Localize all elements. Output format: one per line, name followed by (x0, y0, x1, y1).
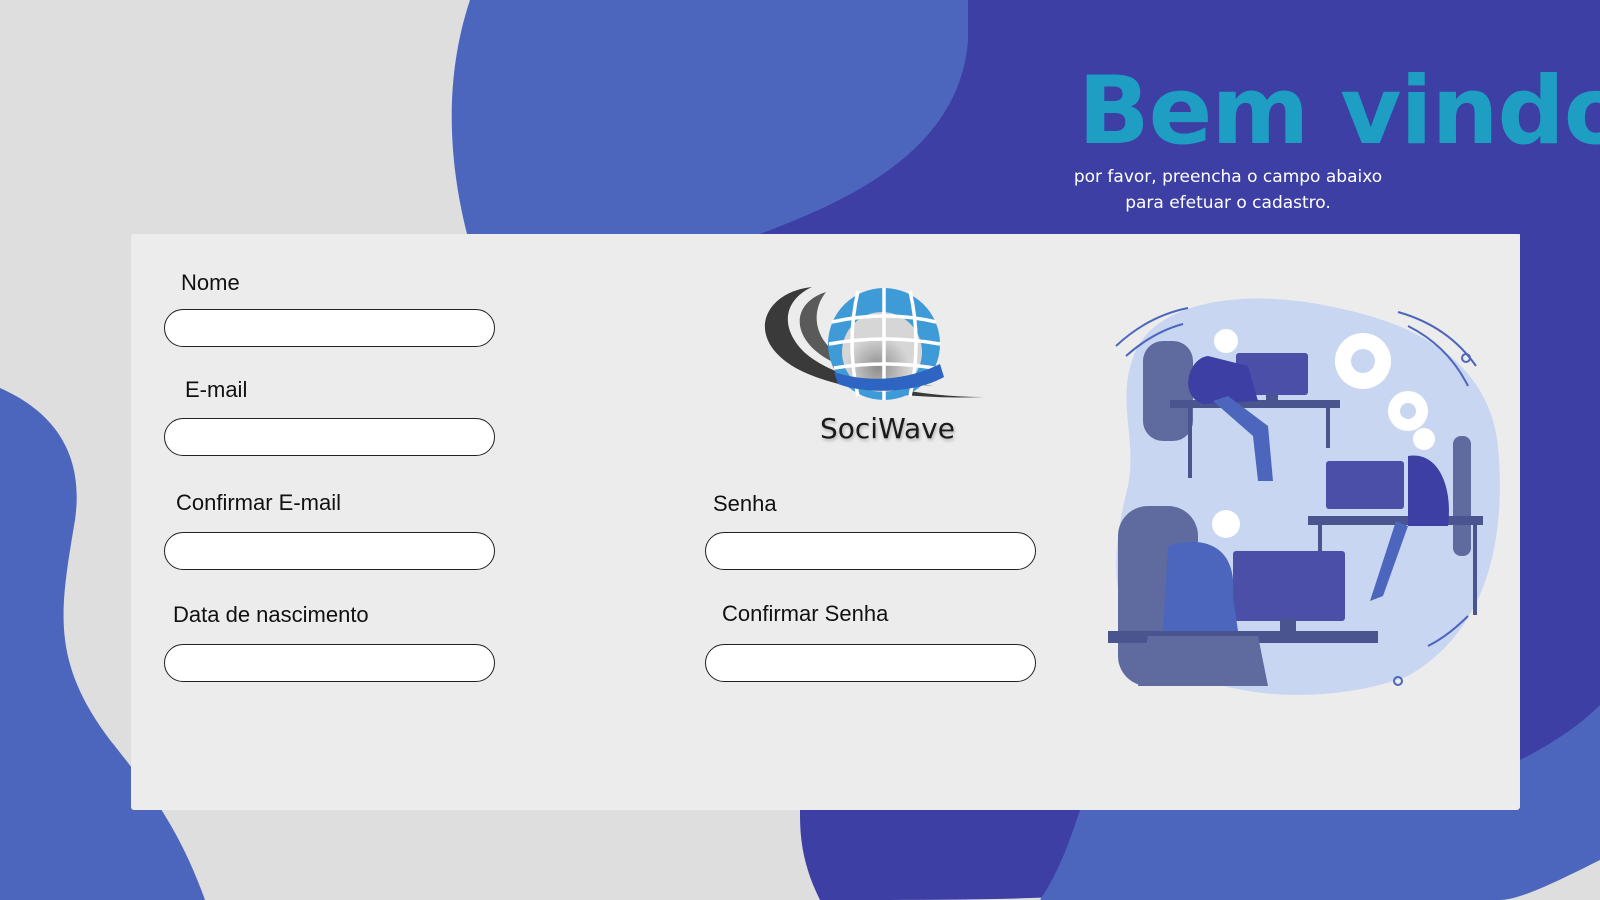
brand-name: SociWave (820, 412, 955, 445)
confirm-senha-input[interactable] (705, 644, 1036, 682)
email-label: E-mail (185, 377, 248, 402)
senha-label: Senha (713, 491, 777, 516)
confirm-email-input[interactable] (164, 532, 495, 570)
email-input[interactable] (164, 418, 495, 456)
confirm-senha-label: Confirmar Senha (722, 601, 889, 626)
welcome-subtitle-line-2: para efetuar o cadastro. (1125, 193, 1331, 213)
nome-input[interactable] (164, 309, 495, 347)
globe-icon (764, 287, 984, 400)
nome-label: Nome (181, 270, 240, 295)
welcome-subtitle-line-1: por favor, preencha o campo abaixo (1073, 167, 1383, 187)
people-at-computers-illustration (1108, 298, 1500, 695)
welcome-title: Bem vindo (1078, 57, 1600, 166)
birth-date-label: Data de nascimento (173, 602, 369, 627)
welcome-subtitle: por favor, preencha o campo abaixo para … (1068, 164, 1388, 216)
birth-date-input[interactable] (164, 644, 495, 682)
senha-input[interactable] (705, 532, 1036, 570)
welcome-header: Bem vindo por favor, preencha o campo ab… (1074, 57, 1600, 216)
sociwave-logo: SociWave (754, 282, 994, 452)
confirm-email-label: Confirmar E-mail (176, 490, 342, 515)
